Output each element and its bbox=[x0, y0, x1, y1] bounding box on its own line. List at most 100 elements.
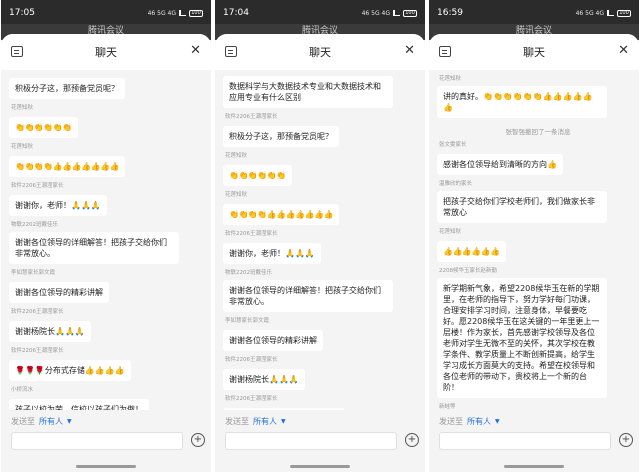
chat-list-icon[interactable] bbox=[439, 46, 451, 57]
chat-header: 聊天 ✕ bbox=[1, 34, 211, 70]
network-label: 46 5G 4G bbox=[147, 9, 176, 17]
message-list[interactable]: 数据科学与大数据技术专业和大数据技术和应用专业有什么区别 软件2206王潮滢家长积… bbox=[215, 70, 425, 410]
send-to-selector[interactable]: 发送至 所有人 ▼ bbox=[225, 416, 286, 427]
chat-footer: 发送至 所有人 ▼ + bbox=[215, 410, 425, 472]
signal-icon bbox=[393, 10, 400, 16]
send-target[interactable]: 所有人 bbox=[467, 416, 491, 427]
message-sender: 物联2202班戴佳乐 bbox=[11, 222, 58, 228]
plus-icon[interactable]: + bbox=[405, 433, 419, 447]
phone-screen: 17:05 46 5G 4G 100 腾讯会议 聊天 ✕ 积极分子这，那预备党员呢？ 花莲知秋… bbox=[1, 0, 211, 472]
send-target[interactable]: 所有人 bbox=[253, 416, 277, 427]
message-sender: 软件2206王潮滢家长 bbox=[11, 183, 64, 189]
network-label: 46 5G 4G bbox=[361, 9, 390, 17]
message-sender: 花莲知秋 bbox=[439, 76, 462, 82]
chat-message: 温雅欣的家长把孩子交给你们学校老师们，我们做家长非常放心 bbox=[437, 181, 639, 223]
message-bubble: 谢谢你，老师！🙏🙏🙏 bbox=[223, 243, 321, 264]
message-input[interactable] bbox=[439, 432, 611, 450]
chat-message: 李如慧家长郭文霞 谢谢各位领导的精彩讲解 bbox=[9, 270, 211, 303]
message-sender: 小桥流水 bbox=[11, 387, 34, 393]
message-list[interactable]: 积极分子这，那预备党员呢？ 花莲知秋 👏👏👏👏👏👏 花莲知秋 👏👏👏👏👍👍👍👍👍👍👍 软件… bbox=[1, 70, 211, 410]
chat-message: 软件2206王潮滢家长谢谢杨院长🙏🙏🙏 bbox=[223, 357, 425, 390]
home-indicator bbox=[504, 465, 564, 468]
message-bubble: 谢谢各位领导的详细解答！把孩子交给你们非常放心。 bbox=[223, 280, 393, 312]
network-label: 46 5G 4G bbox=[575, 9, 604, 17]
message-sender: 花莲知秋 bbox=[439, 229, 462, 235]
phone-screen: 16:59 46 5G 4G 100 腾讯会议 聊天 ✕ 花莲知秋 讲的真好。👏👏👏👏👏👏👍👍… bbox=[429, 0, 639, 472]
home-indicator bbox=[290, 465, 350, 468]
chevron-down-icon[interactable]: ▼ bbox=[67, 418, 72, 425]
chat-footer: 发送至 所有人 ▼ + bbox=[1, 410, 211, 472]
recall-notice: 张智强撤回了一条消息 bbox=[505, 128, 571, 136]
status-icons: 46 5G 4G 100 bbox=[575, 9, 631, 17]
message-bubble: 👍👍👍👍👍👍 bbox=[437, 241, 506, 262]
message-input[interactable] bbox=[225, 432, 397, 450]
message-bubble: 🌹🌹🌹分布式存储👍👍👍👍 bbox=[9, 360, 131, 381]
chat-message: 软件2206王潮滢家长 谢谢你，老师！🙏🙏🙏 bbox=[9, 183, 211, 216]
chat-message: 数据科学与大数据技术专业和大数据技术和应用专业有什么区别 bbox=[223, 76, 425, 108]
chat-list-icon[interactable] bbox=[11, 46, 23, 57]
chat-list-icon[interactable] bbox=[225, 46, 237, 57]
chat-message: 花莲知秋 👏👏👏👏👏👏 bbox=[9, 105, 211, 138]
signal-icon bbox=[179, 10, 186, 16]
message-bubble: 感谢各位领导给到清晰的方向👍 bbox=[437, 154, 563, 175]
chat-title: 聊天 bbox=[523, 46, 545, 59]
battery-icon: 100 bbox=[189, 9, 203, 17]
message-sender: 李如慧家长郭文霞 bbox=[11, 270, 56, 276]
send-to-selector[interactable]: 发送至 所有人 ▼ bbox=[439, 416, 500, 427]
chat-header: 聊天 ✕ bbox=[429, 34, 639, 70]
plus-icon[interactable]: + bbox=[191, 433, 205, 447]
send-to-selector[interactable]: 发送至 所有人 ▼ bbox=[11, 416, 72, 427]
message-sender: 花莲知秋 bbox=[11, 105, 34, 111]
chevron-down-icon[interactable]: ▼ bbox=[495, 418, 500, 425]
chevron-down-icon[interactable]: ▼ bbox=[281, 418, 286, 425]
message-sender: 花莲知秋 bbox=[225, 153, 248, 159]
chat-message: 花莲知秋 👏👏👏👏👍👍👍👍👍👍👍 bbox=[223, 192, 425, 225]
message-bubble: 孩子以校为荣，信校以孩子们为傲！ bbox=[9, 399, 149, 410]
status-time: 17:05 bbox=[9, 8, 35, 18]
chat-footer: 发送至 所有人 ▼ + bbox=[429, 410, 639, 472]
close-icon[interactable]: ✕ bbox=[404, 44, 415, 58]
send-target[interactable]: 所有人 bbox=[39, 416, 63, 427]
message-bubble: 积极分子这，那预备党员呢？ bbox=[9, 78, 125, 99]
status-bar: 17:05 46 5G 4G 100 bbox=[1, 0, 211, 26]
send-to-label: 发送至 bbox=[439, 417, 463, 426]
chat-message: 软件2206王潮滢家长🌹🌹🌹分布式存储👍👍👍👍 bbox=[223, 396, 425, 410]
send-to-label: 发送至 bbox=[225, 417, 249, 426]
signal-icon bbox=[607, 10, 614, 16]
status-time: 17:04 bbox=[223, 8, 249, 18]
chat-message: 花莲知秋 👏👏👏👏👍👍👍👍👍👍👍 bbox=[9, 144, 211, 177]
message-sender: 软件2206王潮滢家长 bbox=[225, 357, 278, 363]
message-sender: 温雅欣的家长 bbox=[439, 181, 473, 187]
message-sender: 软件2206王潮滢家长 bbox=[225, 231, 278, 237]
chat-message: 花莲知秋 👍👍👍👍👍👍 bbox=[437, 229, 639, 262]
message-input[interactable] bbox=[11, 432, 183, 450]
message-list[interactable]: 花莲知秋 讲的真好。👏👏👏👏👏👏👍👍👍👍👍👍 张智强撤回了一条消息 张文雯家长 感谢各位… bbox=[429, 70, 639, 410]
chat-panel: 聊天 ✕ 数据科学与大数据技术专业和大数据技术和应用专业有什么区别 软件2206王潮滢… bbox=[215, 34, 425, 472]
message-bubble: 谢谢各位领导的详细解答！把孩子交给你们非常放心。 bbox=[9, 232, 179, 264]
message-bubble: 谢谢杨院长🙏🙏🙏 bbox=[9, 321, 91, 342]
message-bubble: 谢谢各位领导的精彩讲解 bbox=[223, 330, 323, 351]
status-bar: 16:59 46 5G 4G 100 bbox=[429, 0, 639, 26]
message-bubble: 👏👏👏👏👏👏 bbox=[9, 117, 78, 138]
battery-icon: 100 bbox=[403, 9, 417, 17]
chat-message: 2208候华玉家长赵新勤 新学期新气象，希望2208候华玉在新的学期里，在老师的指… bbox=[437, 268, 639, 398]
chat-message: 小桥流水孩子以校为荣，信校以孩子们为傲！ bbox=[9, 387, 211, 410]
message-sender: 软件2206王潮滢家长 bbox=[225, 114, 278, 120]
status-icons: 46 5G 4G 100 bbox=[361, 9, 417, 17]
chat-message: 软件2206王潮滢家长🌹🌹🌹分布式存储👍👍👍👍 bbox=[9, 348, 211, 381]
phone-screen: 17:04 46 5G 4G 100 腾讯会议 聊天 ✕ 数据科学与大数据技术专业和大数据技… bbox=[215, 0, 425, 472]
message-sender: 花莲知秋 bbox=[225, 192, 248, 198]
chat-message: 软件2206王潮滢家长 谢谢杨院长🙏🙏🙏 bbox=[9, 309, 211, 342]
message-bubble: 把孩子交给你们学校老师们，我们做家长非常放心 bbox=[437, 191, 607, 223]
plus-icon[interactable]: + bbox=[619, 433, 633, 447]
message-sender: 李如慧家长郭文霞 bbox=[225, 318, 270, 324]
chat-message: 物联2202班戴佳乐谢谢各位领导的详细解答！把孩子交给你们非常放心。 bbox=[223, 270, 425, 312]
close-icon[interactable]: ✕ bbox=[190, 44, 201, 58]
screenshot-collage: 17:05 46 5G 4G 100 腾讯会议 聊天 ✕ 积极分子这，那预备党员呢？ 花莲知秋… bbox=[0, 0, 640, 472]
message-sender: 物联2202班戴佳乐 bbox=[225, 270, 272, 276]
message-bubble: 谢谢杨院长🙏🙏🙏 bbox=[223, 369, 305, 390]
chat-message: 张文雯家长 感谢各位领导给到清晰的方向👍 bbox=[437, 142, 639, 175]
status-icons: 46 5G 4G 100 bbox=[147, 9, 203, 17]
status-time: 16:59 bbox=[437, 8, 463, 18]
close-icon[interactable]: ✕ bbox=[618, 44, 629, 58]
